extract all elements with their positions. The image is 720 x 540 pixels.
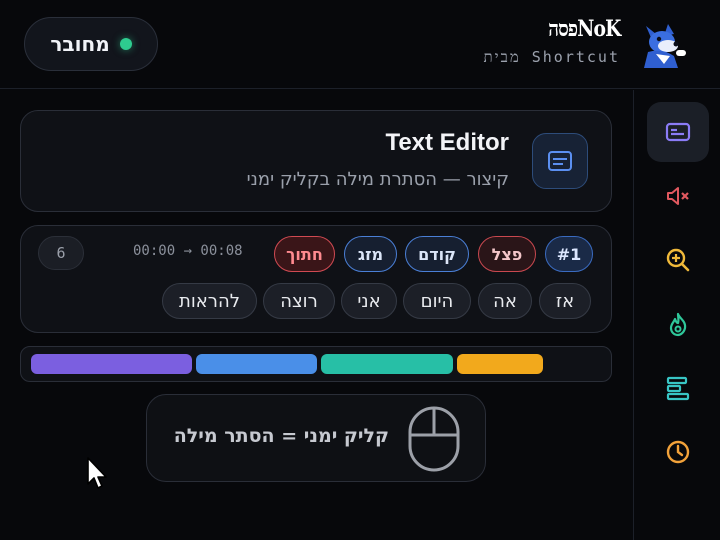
doc-button[interactable] — [532, 133, 588, 189]
tool-rail — [633, 90, 720, 540]
timeline-segment[interactable] — [31, 354, 192, 374]
mouse-icon — [408, 406, 460, 472]
rail-subtitles-button[interactable] — [647, 102, 709, 162]
zoom-in-icon — [666, 248, 690, 272]
hint-text: קליק ימני = הסתר מילה — [173, 425, 389, 447]
merge-button[interactable]: מזג — [344, 236, 397, 272]
connection-status[interactable]: מחובר — [24, 17, 158, 71]
segment-index-badge: #1 — [545, 236, 593, 272]
title-card: Text Editor קיצור — הסתרת מילה בקליק ימנ… — [20, 110, 612, 212]
brand-subtitle: מבית Shortcut — [483, 48, 620, 66]
mascot-logo-icon — [644, 24, 686, 68]
previous-button[interactable]: קודם — [405, 236, 469, 272]
subtitles-icon — [665, 122, 691, 142]
word-chip[interactable]: אז — [539, 283, 591, 319]
align-left-icon — [666, 376, 690, 401]
flame-icon — [669, 312, 687, 337]
clock-icon — [666, 440, 690, 464]
rail-mute-button[interactable] — [647, 166, 709, 226]
shortcut-hint: קליק ימני = הסתר מילה — [146, 394, 486, 482]
rail-highlight-button[interactable] — [647, 294, 709, 354]
brand: NoKפסה מבית Shortcut — [483, 16, 621, 67]
cut-button[interactable]: חתוך — [274, 236, 335, 272]
word-chip[interactable]: רוצה — [263, 283, 335, 319]
page-title: Text Editor — [385, 129, 509, 156]
page-subtitle: קיצור — הסתרת מילה בקליק ימני — [246, 169, 509, 190]
app-header: מחובר NoKפסה מבית Shortcut — [0, 0, 720, 89]
status-label: מחובר — [50, 32, 110, 56]
word-chip[interactable]: להראות — [162, 283, 257, 319]
word-count: 6 — [38, 236, 84, 270]
timeline-segment[interactable] — [321, 354, 453, 374]
word-chip[interactable]: אה — [478, 283, 532, 319]
brand-logo: NoKפסה — [547, 16, 621, 42]
mute-icon — [667, 187, 689, 205]
subtitles-icon — [548, 151, 572, 171]
rail-zoom-button[interactable] — [647, 230, 709, 290]
split-button[interactable]: פצל — [478, 236, 536, 272]
timeline-track[interactable] — [20, 346, 612, 382]
rail-history-button[interactable] — [647, 422, 709, 482]
timeline-segment[interactable] — [196, 354, 317, 374]
mouse-pointer-icon — [87, 457, 107, 489]
word-chip[interactable]: היום — [403, 283, 471, 319]
word-chip[interactable]: אני — [341, 283, 397, 319]
rail-layout-button[interactable] — [647, 358, 709, 418]
segment-card: #1 פצל קודם מזג חתוך 00:00 → 00:08 6 אז … — [20, 225, 612, 333]
timeline-segment[interactable] — [457, 354, 543, 374]
segment-timecode: 00:00 → 00:08 — [133, 243, 243, 259]
status-dot-icon — [119, 38, 132, 50]
